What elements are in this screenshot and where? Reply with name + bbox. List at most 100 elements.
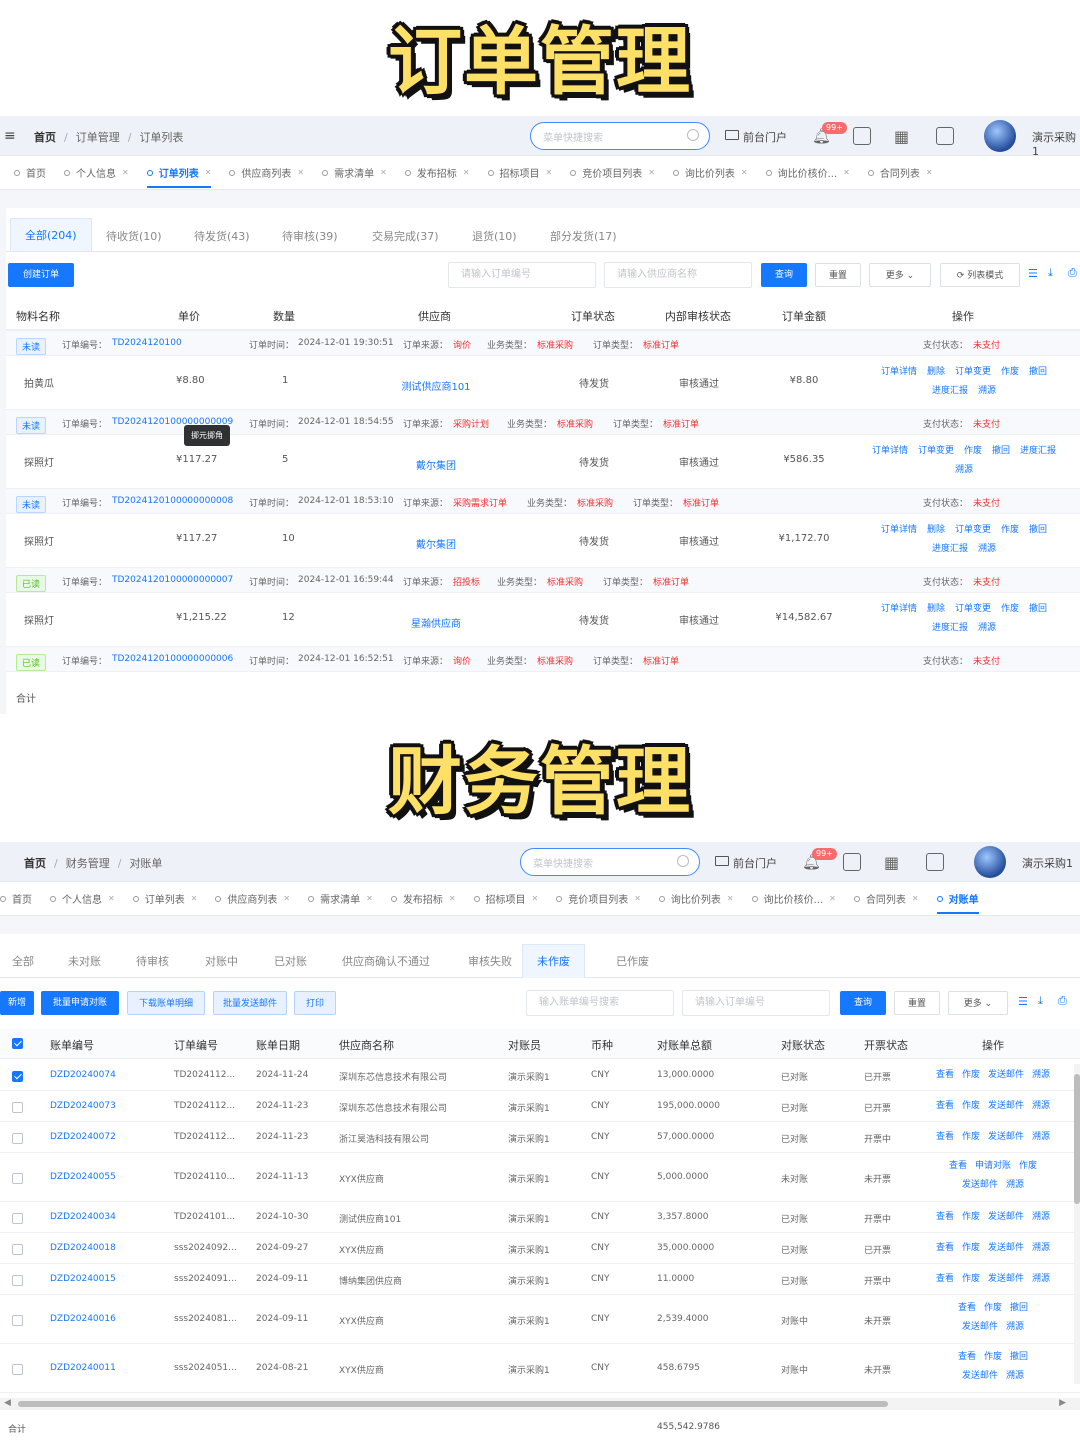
- batch-email-button[interactable]: 批量发送邮件: [213, 991, 287, 1015]
- row-checkbox[interactable]: [12, 1213, 23, 1224]
- op-link[interactable]: 作废: [962, 1101, 980, 1111]
- portal-link[interactable]: 前台门户: [733, 855, 777, 871]
- apps-grid-icon[interactable]: ▦: [884, 853, 899, 872]
- breadcrumb-module[interactable]: 订单管理: [76, 129, 120, 145]
- more-dropdown[interactable]: 更多 ⌄: [948, 991, 1008, 1015]
- order-supplier[interactable]: 星瀚供应商: [386, 615, 486, 630]
- menu-icon[interactable]: ≡: [4, 128, 16, 144]
- order-no-input[interactable]: 请输入订单编号: [682, 990, 830, 1016]
- op-link[interactable]: 进度汇报: [932, 544, 968, 554]
- op-link[interactable]: 作废: [1001, 367, 1019, 377]
- order-supplier[interactable]: 戴尔集团: [386, 457, 486, 472]
- op-link[interactable]: 溯源: [978, 623, 996, 633]
- supplier-name-input[interactable]: 请输入供应商名称: [604, 262, 752, 288]
- message-icon[interactable]: [853, 127, 871, 145]
- op-link[interactable]: 溯源: [1006, 1180, 1024, 1190]
- print-icon[interactable]: ⎙: [1068, 266, 1077, 280]
- print-icon[interactable]: ⎙: [1058, 994, 1067, 1008]
- op-link[interactable]: 作废: [1019, 1161, 1037, 1171]
- op-link[interactable]: 查看: [936, 1243, 954, 1253]
- row-checkbox[interactable]: [12, 1133, 23, 1144]
- tab-2[interactable]: 订单列表 ✕: [146, 165, 212, 188]
- bill-bill[interactable]: DZD20240072: [50, 1132, 116, 1142]
- fullscreen-icon[interactable]: [936, 127, 954, 145]
- op-link[interactable]: 作废: [984, 1352, 1002, 1362]
- bill-no-input[interactable]: 输入账单编号搜索: [526, 990, 674, 1016]
- close-icon[interactable]: ✕: [727, 894, 734, 903]
- op-link[interactable]: 申请对账: [975, 1161, 1011, 1171]
- close-icon[interactable]: ✕: [926, 168, 933, 177]
- op-link[interactable]: 发送邮件: [988, 1101, 1024, 1111]
- breadcrumb-home[interactable]: 首页: [24, 855, 46, 871]
- op-link[interactable]: 订单详情: [881, 367, 917, 377]
- batch-reconcile-button[interactable]: 批量申请对账: [41, 991, 119, 1015]
- download-icon[interactable]: ⤓: [1048, 266, 1053, 280]
- bill-bill[interactable]: DZD20240073: [50, 1101, 116, 1111]
- op-link[interactable]: 订单变更: [918, 446, 954, 456]
- message-icon[interactable]: [843, 853, 861, 871]
- op-link[interactable]: 溯源: [1032, 1070, 1050, 1080]
- status-tab-2[interactable]: 待审核: [136, 953, 169, 969]
- op-link[interactable]: 删除: [927, 604, 945, 614]
- status-tab-0[interactable]: 全部: [12, 953, 34, 969]
- status-tab-1[interactable]: 未对账: [68, 953, 101, 969]
- order-no-input[interactable]: 请输入订单编号: [448, 262, 596, 288]
- close-icon[interactable]: ✕: [648, 168, 655, 177]
- op-link[interactable]: 查看: [958, 1352, 976, 1362]
- tab-7[interactable]: 竞价项目列表 ✕: [556, 891, 641, 906]
- order-order-no[interactable]: TD2024120100000000007: [112, 575, 233, 585]
- row-checkbox[interactable]: [12, 1244, 23, 1255]
- op-link[interactable]: 溯源: [1032, 1274, 1050, 1284]
- reset-button[interactable]: 重置: [894, 991, 940, 1015]
- status-tab-5[interactable]: 供应商确认不通过: [342, 953, 430, 969]
- select-all-checkbox[interactable]: [12, 1038, 23, 1049]
- horizontal-scrollbar[interactable]: ◀ ▶: [0, 1398, 1080, 1410]
- close-icon[interactable]: ✕: [449, 894, 456, 903]
- create-order-button[interactable]: 创建订单: [8, 263, 74, 287]
- close-icon[interactable]: ✕: [546, 168, 553, 177]
- op-link[interactable]: 撤回: [1029, 604, 1047, 614]
- op-link[interactable]: 作废: [962, 1212, 980, 1222]
- status-tab-0[interactable]: 全部(204): [10, 218, 92, 251]
- bill-bill[interactable]: DZD20240034: [50, 1212, 116, 1222]
- op-link[interactable]: 订单变更: [955, 604, 991, 614]
- breadcrumb-module[interactable]: 财务管理: [66, 855, 110, 871]
- row-checkbox[interactable]: [12, 1102, 23, 1113]
- tab-0[interactable]: 首页: [0, 891, 32, 906]
- close-icon[interactable]: ✕: [912, 894, 919, 903]
- op-link[interactable]: 作废: [1001, 604, 1019, 614]
- op-link[interactable]: 订单详情: [881, 604, 917, 614]
- tab-6[interactable]: 招标项目 ✕: [487, 165, 553, 180]
- monitor-icon[interactable]: [715, 856, 729, 866]
- op-link[interactable]: 作废: [962, 1132, 980, 1142]
- avatar[interactable]: [984, 120, 1016, 152]
- tab-1[interactable]: 个人信息 ✕: [64, 165, 129, 180]
- op-link[interactable]: 撤回: [1029, 367, 1047, 377]
- status-tab-7[interactable]: 未作废: [522, 944, 585, 978]
- row-checkbox[interactable]: [12, 1364, 23, 1375]
- op-link[interactable]: 作废: [962, 1243, 980, 1253]
- column-settings-icon[interactable]: ☰: [1028, 267, 1038, 280]
- row-checkbox[interactable]: [12, 1071, 23, 1082]
- op-link[interactable]: 查看: [936, 1212, 954, 1222]
- op-link[interactable]: 溯源: [1032, 1132, 1050, 1142]
- op-link[interactable]: 溯源: [1006, 1322, 1024, 1332]
- status-tab-3[interactable]: 待审核(39): [282, 228, 338, 244]
- op-link[interactable]: 订单详情: [881, 525, 917, 535]
- close-icon[interactable]: ✕: [191, 894, 198, 903]
- op-link[interactable]: 溯源: [1032, 1243, 1050, 1253]
- order-supplier[interactable]: 测试供应商101: [386, 378, 486, 393]
- close-icon[interactable]: ✕: [380, 168, 387, 177]
- op-link[interactable]: 查看: [936, 1274, 954, 1284]
- add-button[interactable]: 新增: [0, 991, 34, 1015]
- op-link[interactable]: 订单详情: [872, 446, 908, 456]
- close-icon[interactable]: ✕: [297, 168, 304, 177]
- tab-3[interactable]: 供应商列表 ✕: [229, 165, 304, 180]
- op-link[interactable]: 溯源: [978, 386, 996, 396]
- column-settings-icon[interactable]: ☰: [1018, 995, 1028, 1008]
- order-order-no[interactable]: TD2024120100000000006: [112, 654, 233, 664]
- op-link[interactable]: 发送邮件: [988, 1070, 1024, 1080]
- op-link[interactable]: 作废: [984, 1303, 1002, 1313]
- query-button[interactable]: 查询: [761, 263, 807, 287]
- op-link[interactable]: 溯源: [955, 465, 973, 475]
